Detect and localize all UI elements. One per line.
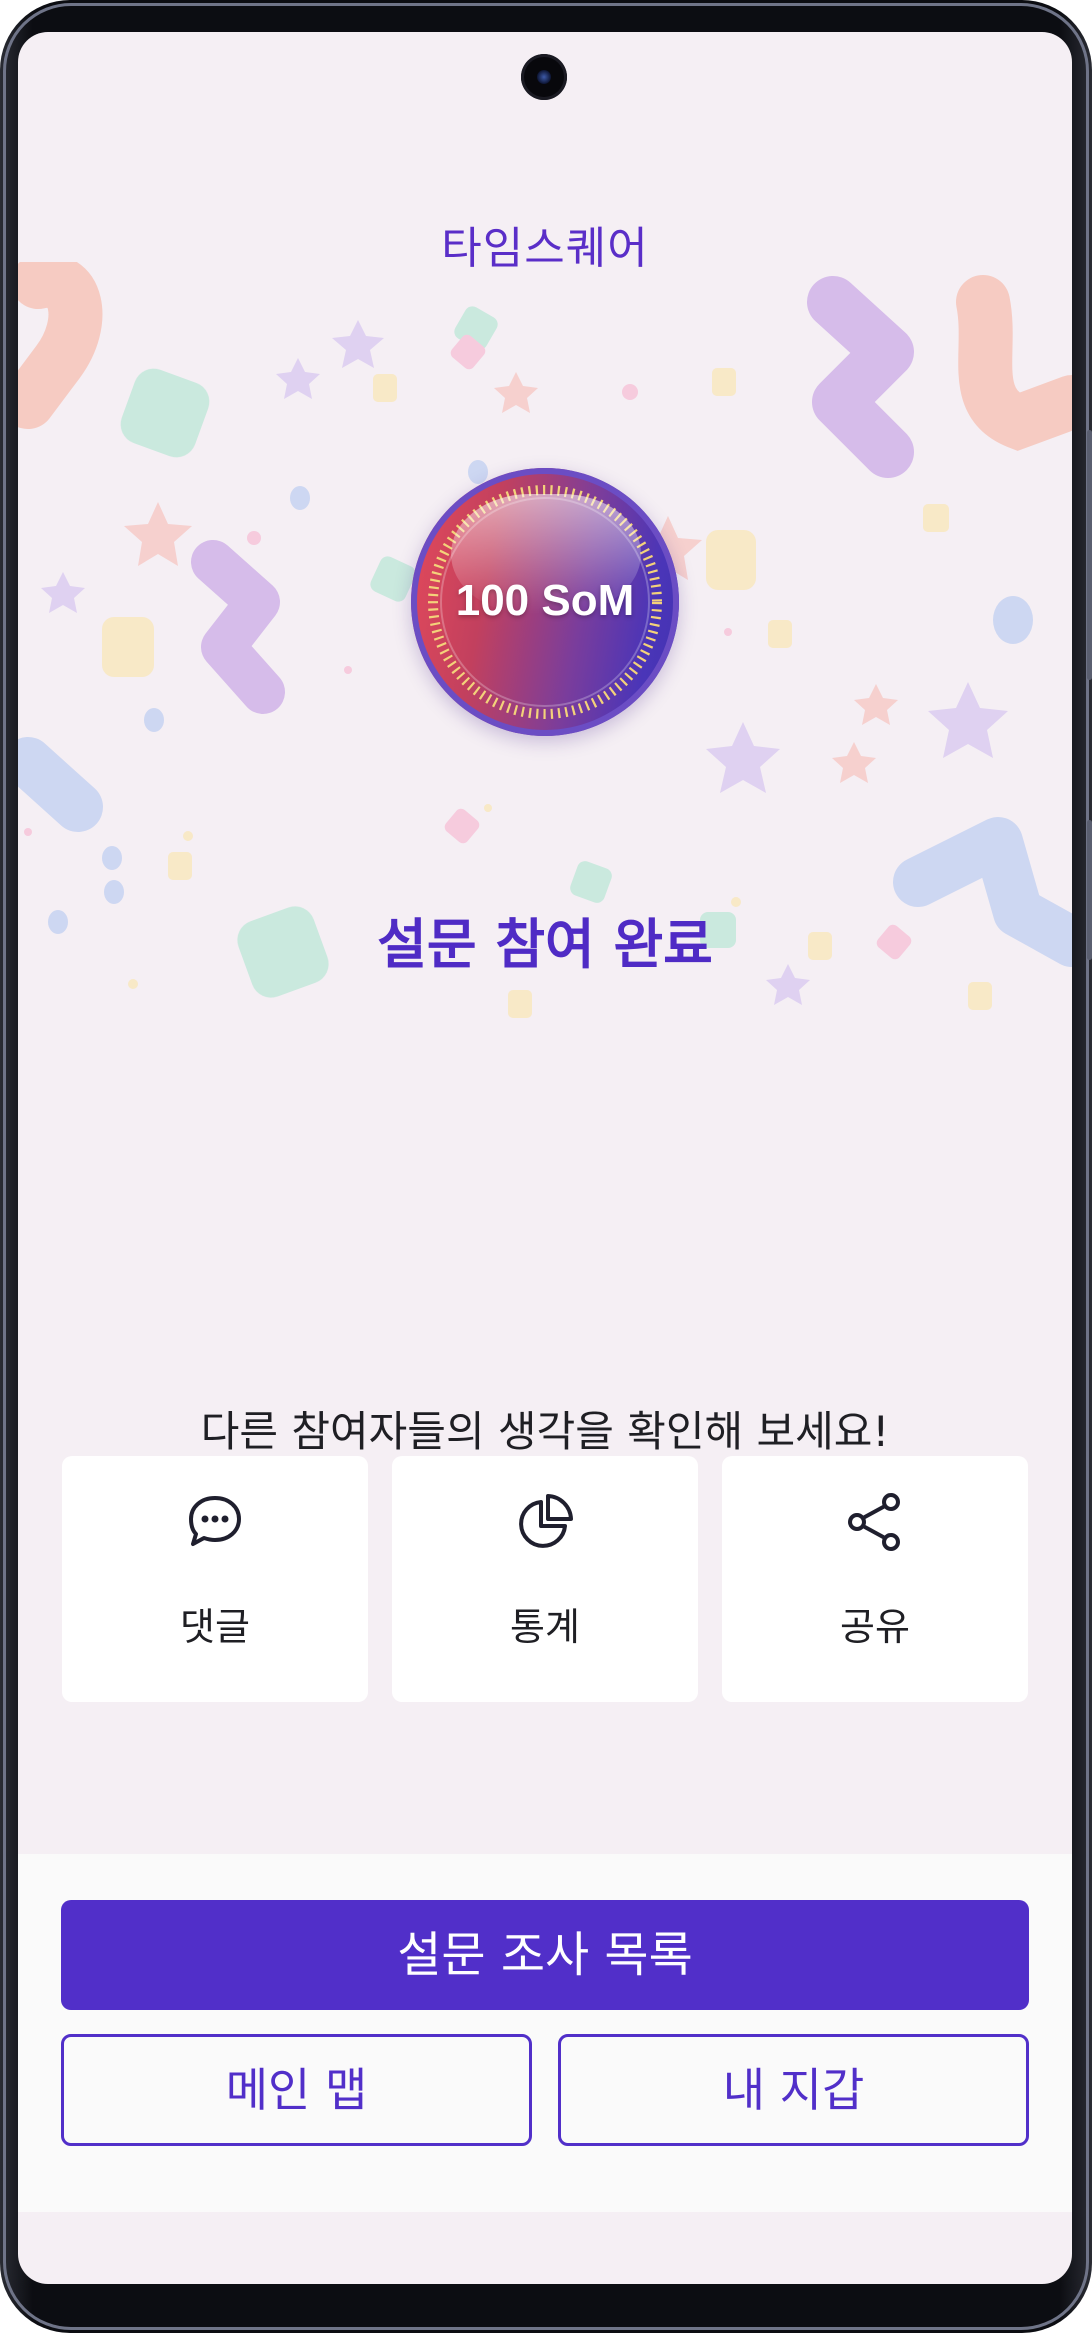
statistics-label: 통계 xyxy=(510,1605,580,1649)
share-label: 공유 xyxy=(840,1605,910,1649)
reward-badge: 100 SoM xyxy=(411,468,679,736)
statistics-card[interactable]: 통계 xyxy=(392,1456,698,1702)
reward-amount: 100 SoM xyxy=(455,576,635,625)
survey-list-button[interactable]: 설문 조사 목록 xyxy=(61,1900,1029,2010)
power-button xyxy=(1087,820,1092,960)
pie-chart-icon xyxy=(519,1494,573,1548)
completion-title: 설문 참여 완료 xyxy=(377,913,713,976)
comment-icon xyxy=(189,1496,241,1546)
screen: 타임스퀘어 100 SoM 설문 참여 완료 다른 참여자들의 생각을 확인해 … xyxy=(18,32,1072,2284)
main-map-button[interactable]: 메인 맵 xyxy=(61,2034,532,2146)
comment-label: 댓글 xyxy=(180,1605,250,1649)
share-card[interactable]: 공유 xyxy=(722,1456,1028,1702)
volume-button xyxy=(1087,430,1092,680)
front-camera xyxy=(521,54,567,100)
my-wallet-button[interactable]: 내 지갑 xyxy=(558,2034,1029,2146)
comment-card[interactable]: 댓글 xyxy=(62,1456,368,1702)
share-icon xyxy=(848,1493,900,1551)
prompt-text: 다른 참여자들의 생각을 확인해 보세요! xyxy=(200,1407,890,1456)
